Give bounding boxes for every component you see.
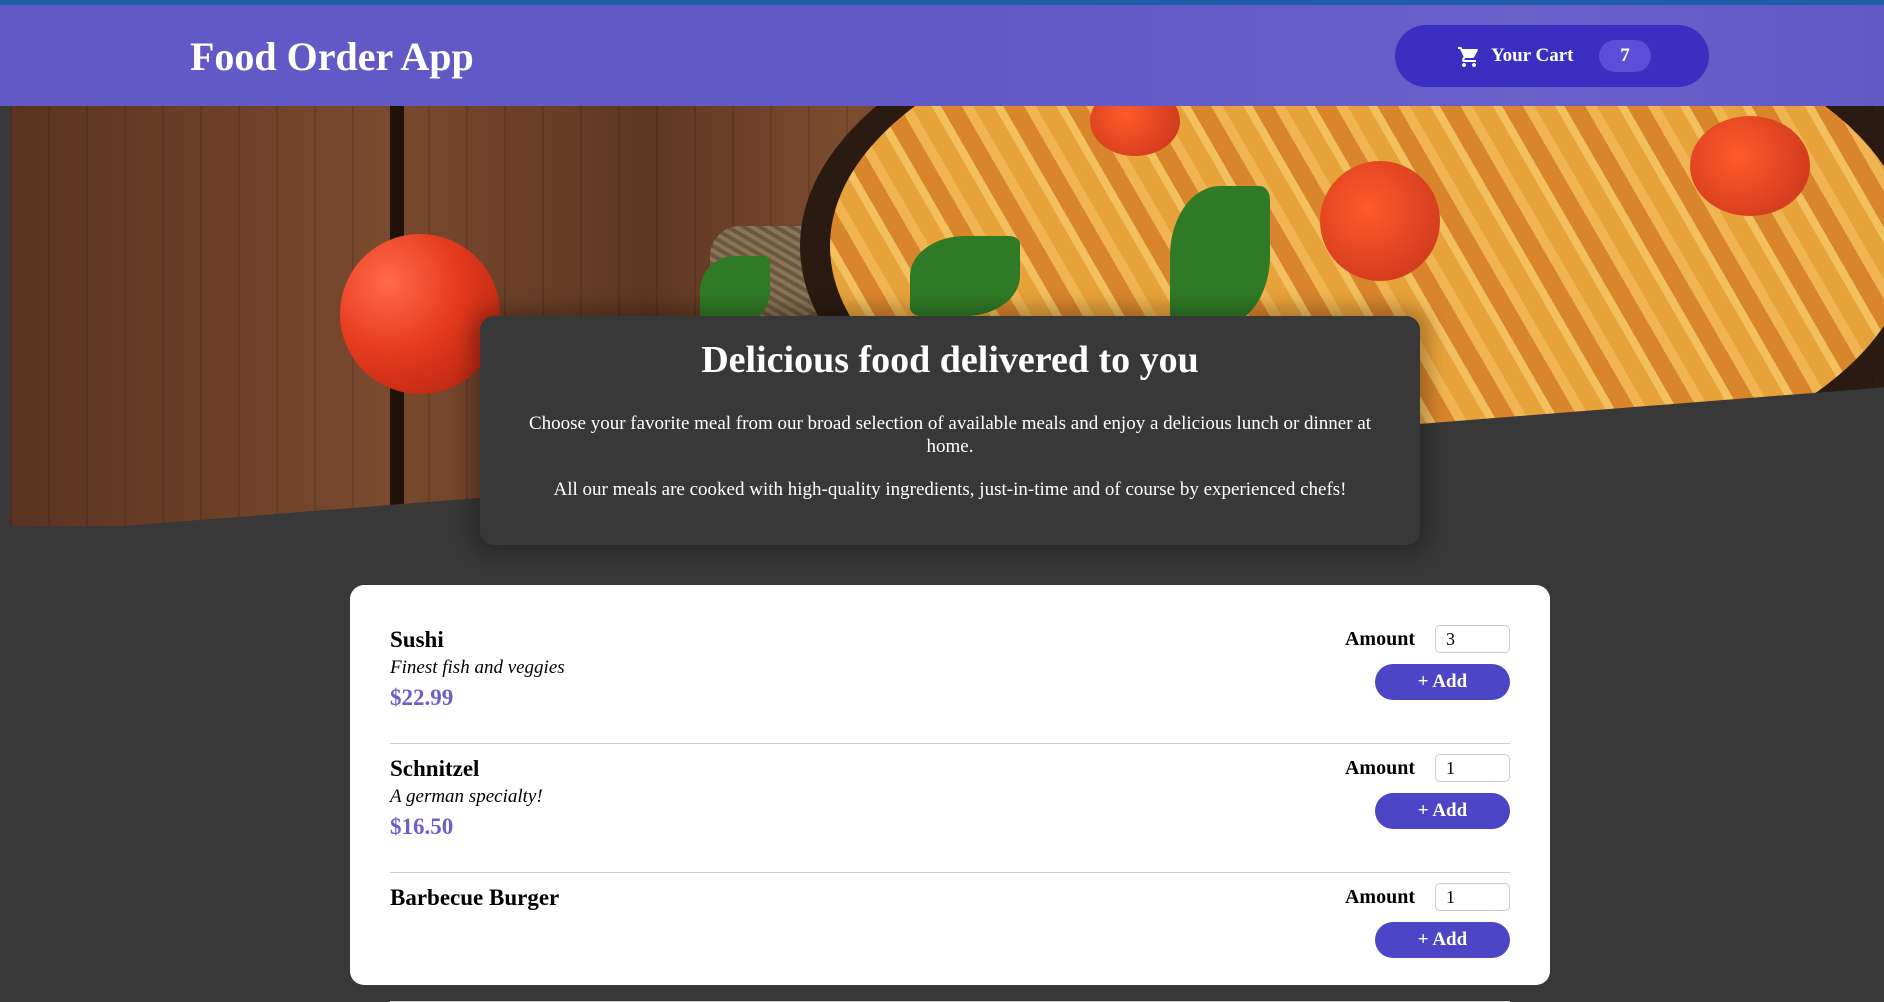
summary-paragraph: Choose your favorite meal from our broad… [528, 413, 1372, 457]
add-button[interactable]: + Add [1375, 922, 1510, 958]
hero-parsley [1170, 186, 1270, 326]
meal-item: Barbecue Burger Amount + Add [390, 873, 1510, 1002]
meal-description: A german specialty! [390, 786, 543, 807]
hero-parsley [910, 236, 1020, 316]
add-button[interactable]: + Add [1375, 793, 1510, 829]
meal-item: Schnitzel A german specialty! $16.50 Amo… [390, 744, 1510, 873]
meal-item: Sushi Finest fish and veggies $22.99 Amo… [390, 615, 1510, 744]
summary-heading: Delicious food delivered to you [701, 339, 1199, 381]
meal-price: $22.99 [390, 685, 454, 710]
meal-description: Finest fish and veggies [390, 657, 565, 678]
summary-paragraph: All our meals are cooked with high-quali… [553, 479, 1347, 500]
cart-count-badge: 7 [1599, 40, 1651, 72]
cart-label: Your Cart [1491, 45, 1574, 66]
cart-button[interactable]: Your Cart 7 [1395, 25, 1709, 87]
app-header: Food Order App Your Cart 7 [0, 5, 1884, 106]
hero-cherry-tomato [1690, 116, 1810, 216]
meal-name: Sushi [390, 627, 444, 652]
meal-name: Schnitzel [390, 756, 480, 781]
amount-label: Amount [1344, 628, 1415, 650]
amount-input[interactable] [1435, 754, 1510, 782]
cart-icon [1458, 47, 1478, 67]
meal-name: Barbecue Burger [390, 885, 560, 910]
hero-cherry-tomato [1320, 161, 1440, 281]
hero-tomato [340, 234, 500, 394]
add-button[interactable]: + Add [1375, 664, 1510, 700]
summary-card: Delicious food delivered to you Choose y… [480, 316, 1420, 545]
meal-price: $16.50 [390, 814, 454, 839]
amount-label: Amount [1344, 757, 1415, 779]
meals-list: Sushi Finest fish and veggies $22.99 Amo… [350, 585, 1550, 1002]
app-title: Food Order App [190, 34, 474, 79]
amount-input[interactable] [1435, 883, 1510, 911]
amount-input[interactable] [1435, 625, 1510, 653]
